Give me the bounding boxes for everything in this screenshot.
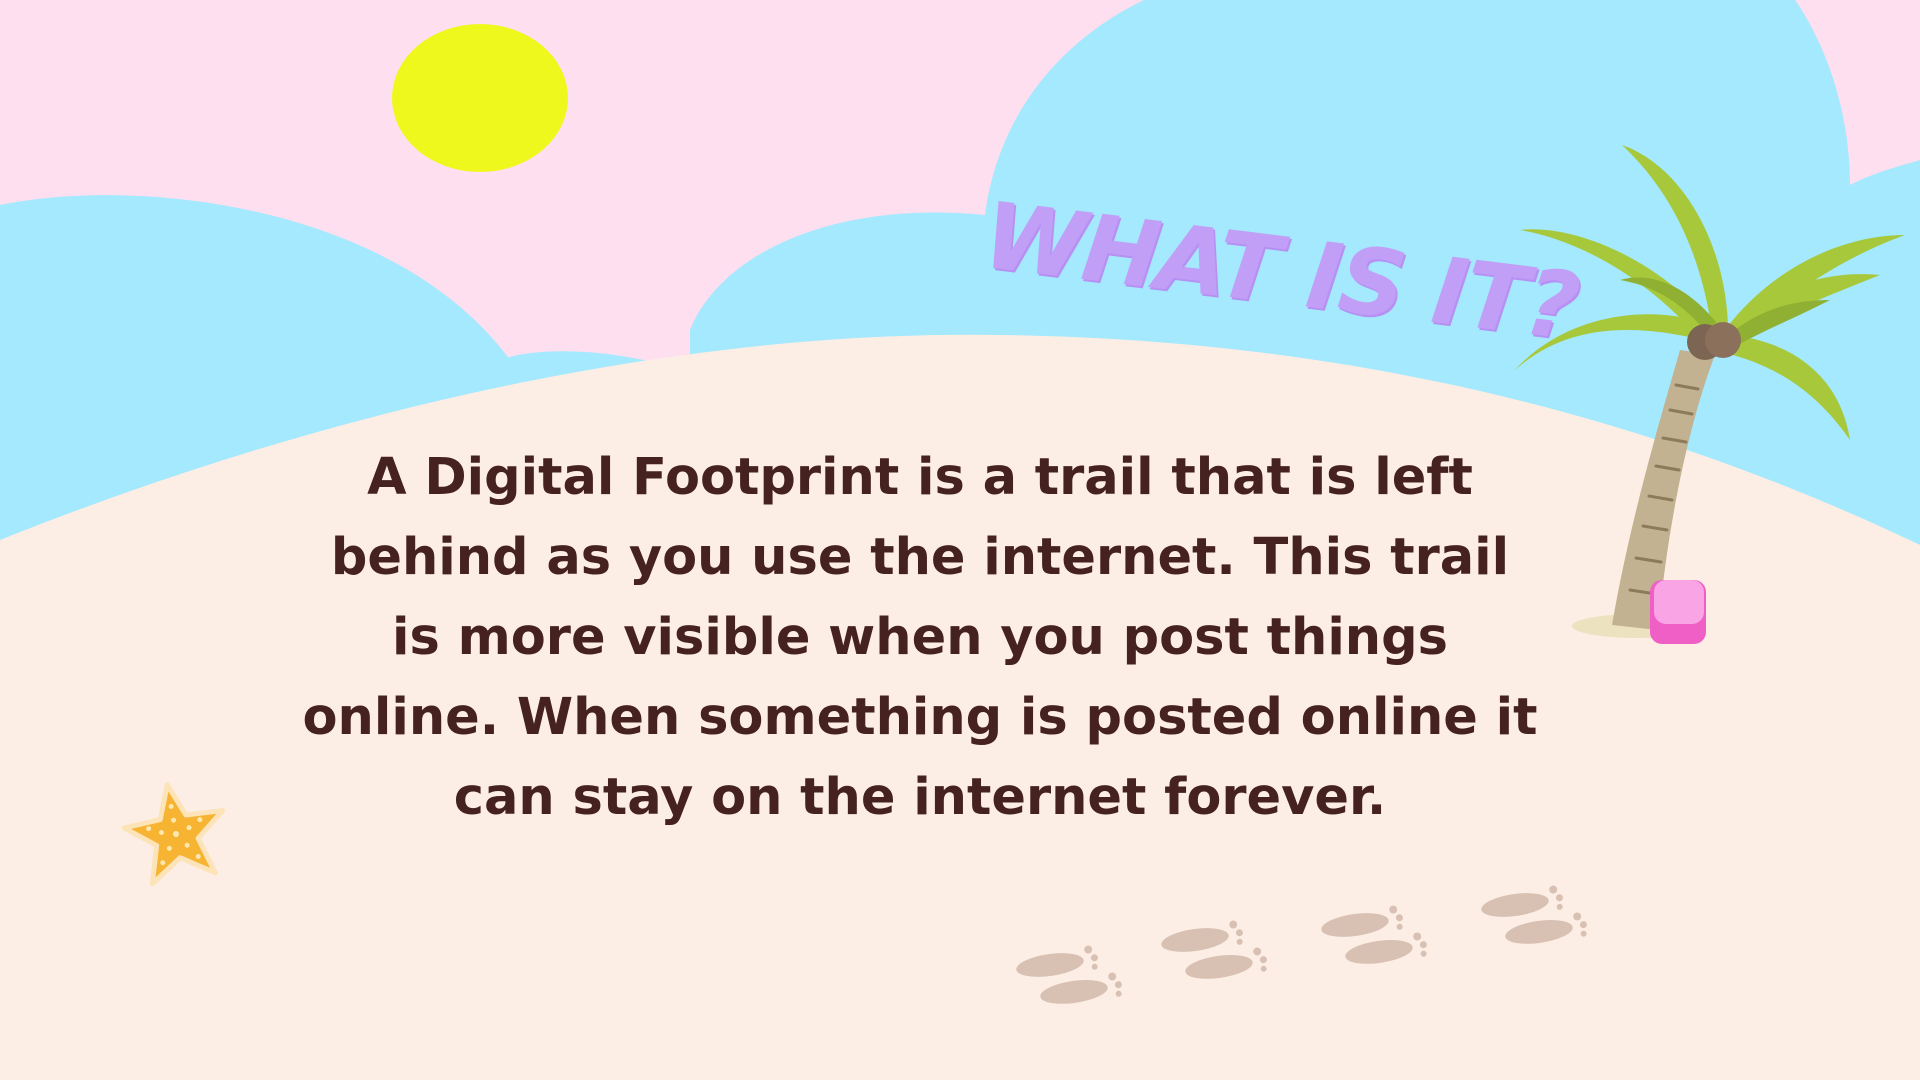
slide: WHAT IS IT? A Digital Footprint is a tra… [0, 0, 1920, 1080]
body-text: A Digital Footprint is a trail that is l… [302, 448, 1538, 827]
sun-icon [392, 24, 568, 172]
bucket-icon [1650, 580, 1706, 644]
